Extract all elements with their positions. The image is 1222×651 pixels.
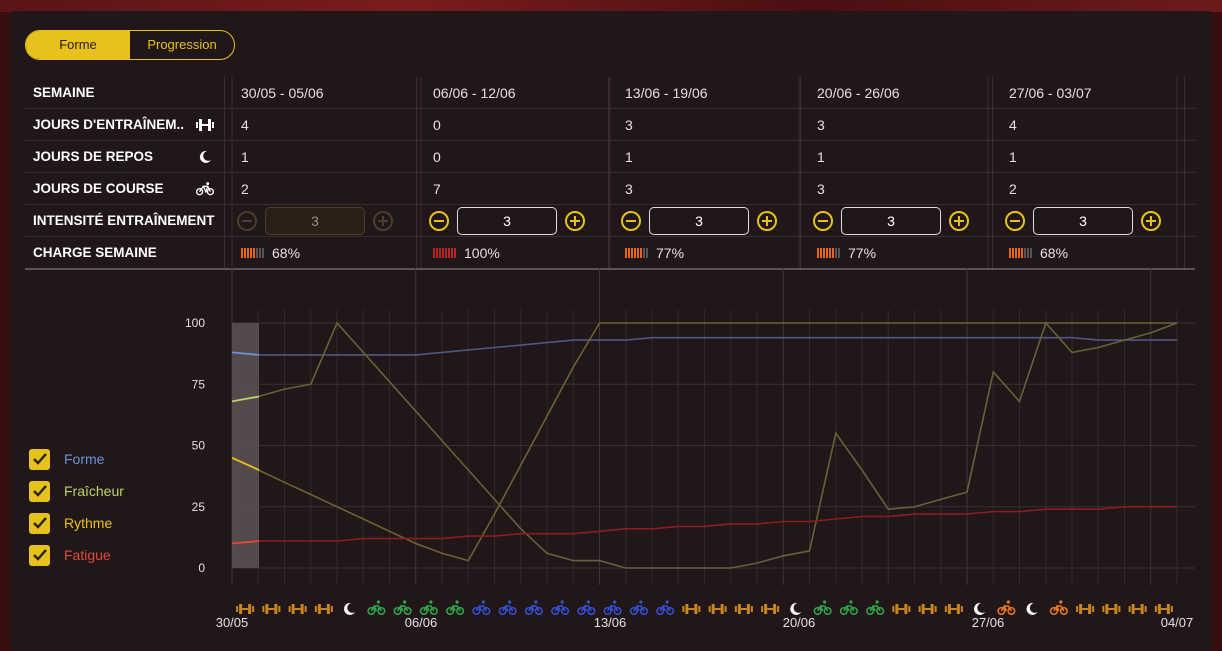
dumbbell-icon — [918, 604, 937, 614]
dumbbell-icon — [288, 604, 307, 614]
x-tick-label: 27/06 — [972, 615, 1005, 630]
dumbbell-icon — [262, 604, 281, 614]
dumbbell-icon — [1102, 604, 1121, 614]
y-tick-label: 0 — [198, 561, 205, 575]
y-tick-label: 25 — [192, 500, 206, 514]
bicycle-icon — [813, 600, 832, 616]
dumbbell-icon — [892, 604, 911, 614]
x-tick-label: 30/05 — [216, 615, 249, 630]
moon-icon — [790, 602, 802, 615]
bicycle-icon — [629, 600, 648, 616]
bicycle-icon — [367, 600, 386, 616]
bicycle-icon — [419, 600, 438, 616]
bicycle-icon — [1049, 600, 1068, 616]
dumbbell-icon — [708, 604, 727, 614]
bicycle-icon — [551, 600, 570, 616]
moon-icon — [343, 602, 356, 615]
dumbbell-icon — [734, 604, 753, 614]
x-tick-label: 13/06 — [594, 615, 627, 630]
bicycle-icon — [656, 600, 675, 616]
dumbbell-icon — [1128, 604, 1147, 614]
x-tick-label: 06/06 — [405, 615, 438, 630]
bicycle-icon — [866, 600, 885, 616]
dumbbell-icon — [682, 604, 701, 614]
x-tick-label: 04/07 — [1161, 615, 1194, 630]
bicycle-icon — [446, 600, 465, 616]
bicycle-icon — [498, 600, 517, 616]
dumbbell-icon — [944, 604, 963, 614]
dumbbell-icon — [236, 604, 255, 614]
dumbbell-icon — [1154, 604, 1173, 614]
form-chart: 0 25 50 75 100 30/05 06/06 13/06 20/06 27/06 04/07 — [185, 77, 1195, 630]
moon-icon — [973, 602, 986, 615]
moon-icon — [1026, 602, 1038, 615]
current-day-highlight — [232, 323, 259, 568]
bicycle-icon — [524, 600, 543, 616]
y-tick-label: 50 — [192, 439, 206, 453]
y-tick-label: 75 — [192, 377, 206, 391]
dumbbell-icon — [314, 604, 333, 614]
bicycle-icon — [997, 600, 1016, 616]
x-tick-label: 20/06 — [783, 615, 816, 630]
bicycle-icon — [839, 600, 858, 616]
bicycle-icon — [393, 600, 412, 616]
dumbbell-icon — [761, 604, 780, 614]
y-tick-label: 100 — [185, 316, 205, 330]
bicycle-icon — [603, 600, 622, 616]
bicycle-icon — [577, 600, 596, 616]
bicycle-icon — [472, 600, 491, 616]
dumbbell-icon — [1076, 604, 1095, 614]
